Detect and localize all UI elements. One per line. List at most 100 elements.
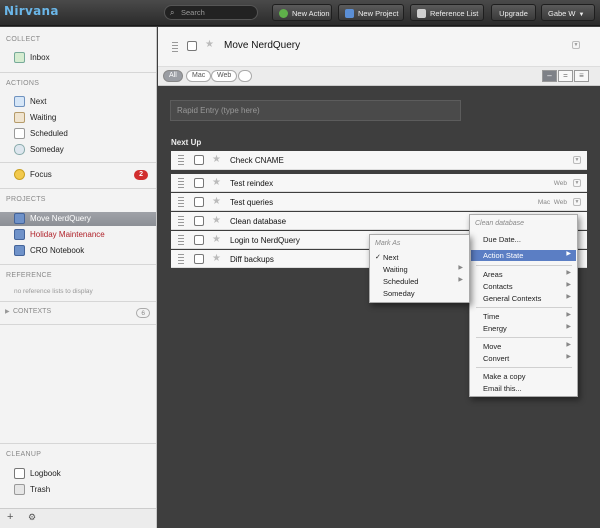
task-label[interactable]: Clean database [230,217,286,226]
divider [0,72,156,73]
search-input[interactable]: ⌕ Search [164,5,258,20]
sidebar-item-logbook[interactable]: Logbook [14,467,154,481]
drag-handle-icon[interactable] [178,197,184,207]
task-label[interactable]: Diff backups [230,255,274,264]
filter-more[interactable] [238,70,252,82]
menu-item-action-state[interactable]: Action State ▶ [471,250,576,261]
menu-item-contacts[interactable]: Contacts ▶ [471,281,576,292]
drag-handle-icon[interactable] [178,216,184,226]
drag-handle-icon[interactable] [178,254,184,264]
sidebar-item-label: Logbook [30,469,61,478]
reference-list-button[interactable]: Reference List [410,4,484,21]
chevron-down-icon[interactable]: ▼ [573,156,581,164]
drag-handle-icon[interactable] [178,155,184,165]
sidebar-item-trash[interactable]: Trash [14,483,154,497]
task-checkbox[interactable] [194,216,204,226]
drag-handle-icon[interactable] [178,235,184,245]
sidebar-item-label: Next [30,97,47,106]
rapid-entry-input[interactable]: Rapid Entry (type here) [170,100,461,121]
star-icon[interactable]: ★ [212,234,221,245]
menu-item-time[interactable]: Time ▶ [471,311,576,322]
task-label[interactable]: Test queries [230,198,273,207]
sidebar-project-move-nerdquery[interactable]: Move NerdQuery [0,212,156,226]
star-icon[interactable]: ★ [212,215,221,226]
sidebar-item-label: CRO Notebook [30,246,85,255]
task-checkbox[interactable] [194,197,204,207]
sidebar-project-holiday-maintenance[interactable]: Holiday Maintenance [14,228,154,242]
submenu-item-scheduled[interactable]: Scheduled ▶ [371,276,468,287]
sidebar-item-label: Waiting [30,113,57,122]
notebook-icon [14,245,25,256]
task-row[interactable]: ★ Test reindex Web ▼ [171,174,587,192]
filter-mac[interactable]: Mac [186,70,212,82]
chevron-down-icon[interactable]: ▼ [572,41,580,49]
menu-item-due-date[interactable]: Due Date... [471,234,576,245]
user-menu-button[interactable]: Gabe W ▼ [541,4,595,21]
task-checkbox[interactable] [194,254,204,264]
add-icon[interactable]: + [7,511,13,523]
upgrade-button[interactable]: Upgrade [491,4,536,21]
sidebar-item-focus[interactable]: Focus 2 [14,168,154,182]
triangle-right-icon: ▶ [566,282,571,288]
task-checkbox[interactable] [194,178,204,188]
app-logo[interactable]: Nirvana [4,4,58,22]
menu-item-move[interactable]: Move ▶ [471,341,576,352]
menu-item-make-copy[interactable]: Make a copy [471,371,576,382]
project-title[interactable]: Move NerdQuery [224,40,300,51]
submenu-item-someday[interactable]: Someday [371,288,468,299]
gear-icon[interactable]: ⚙ [28,512,36,523]
star-icon[interactable]: ★ [212,177,221,188]
section-projects: PROJECTS [6,196,46,203]
reference-list-label: Reference List [430,9,479,18]
task-label[interactable]: Login to NerdQuery [230,236,300,245]
chevron-down-icon[interactable]: ▼ [573,198,581,206]
sidebar-item-someday[interactable]: Someday [14,143,154,157]
project-checkbox[interactable] [187,41,197,51]
triangle-right-icon: ▶ [5,309,10,315]
view-collapsed-button[interactable]: – [542,70,557,82]
star-icon[interactable]: ★ [212,196,221,207]
task-row[interactable]: ★ Check CNAME ▼ [171,151,587,170]
star-icon[interactable]: ★ [212,154,221,165]
menu-item-areas[interactable]: Areas ▶ [471,269,576,280]
menu-item-email-this[interactable]: Email this... [471,383,576,394]
inbox-icon [14,52,25,63]
view-normal-button[interactable]: = [558,70,573,82]
task-row[interactable]: ★ Test queries Mac Web ▼ [171,193,587,211]
section-cleanup: CLEANUP [6,451,42,458]
star-icon[interactable]: ★ [212,253,221,264]
triangle-right-icon: ▶ [566,354,571,360]
menu-item-convert[interactable]: Convert ▶ [471,353,576,364]
filter-web[interactable]: Web [211,70,238,82]
sidebar-item-inbox[interactable]: Inbox [14,51,154,65]
menu-item-energy[interactable]: Energy ▶ [471,323,576,334]
filter-all[interactable]: All [163,70,183,82]
submenu-item-waiting[interactable]: Waiting ▶ [371,264,468,275]
contexts-toggle[interactable]: ▶ CONTEXTS 6 [0,307,156,321]
divider [0,301,156,302]
drag-handle-icon[interactable] [178,178,184,188]
task-checkbox[interactable] [194,155,204,165]
triangle-right-icon: ▶ [566,312,571,318]
drag-handle-icon[interactable] [172,42,178,52]
view-expanded-button[interactable]: ≡ [574,70,589,82]
sidebar-item-next[interactable]: Next [14,95,154,109]
menu-item-label: Energy [483,324,507,333]
new-action-button[interactable]: New Action [272,4,332,21]
sidebar-item-scheduled[interactable]: Scheduled [14,127,154,141]
new-project-button[interactable]: New Project [338,4,404,21]
menu-item-label: General Contexts [483,294,542,303]
menu-item-general-contexts[interactable]: General Contexts ▶ [471,293,576,304]
task-label[interactable]: Test reindex [230,179,273,188]
sidebar-item-waiting[interactable]: Waiting [14,111,154,125]
submenu-item-next[interactable]: ✓ Next [371,252,468,263]
notebook-icon [14,229,25,240]
divider [0,162,156,163]
sidebar-project-cro-notebook[interactable]: CRO Notebook [14,244,154,258]
task-checkbox[interactable] [194,235,204,245]
divider [0,264,156,265]
star-icon [14,169,25,180]
chevron-down-icon[interactable]: ▼ [573,179,581,187]
star-icon[interactable]: ★ [205,39,214,50]
task-label[interactable]: Check CNAME [230,156,284,165]
